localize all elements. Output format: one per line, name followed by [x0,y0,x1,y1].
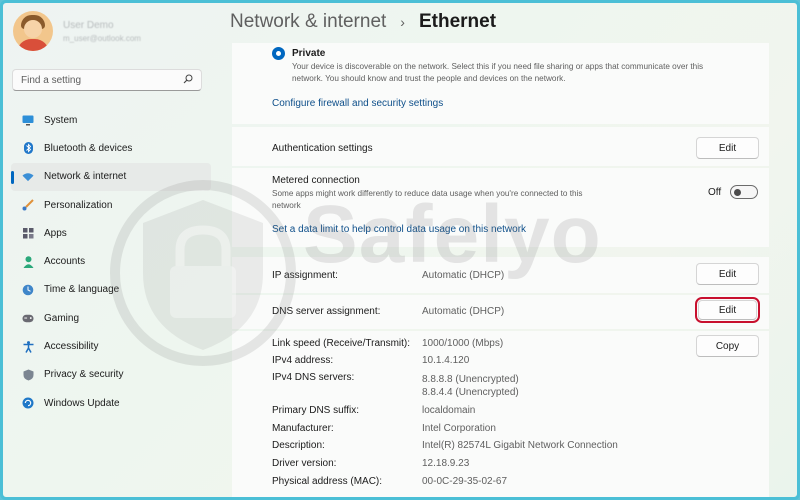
globe-clock-icon [22,284,34,296]
sidebar-item-label: Windows Update [44,397,120,409]
user-profile[interactable]: User Demo m_user@outlook.com [13,11,141,51]
dns-assignment-card: DNS server assignment: Automatic (DHCP) … [232,295,769,329]
private-description-line-1: Your device is discoverable on the netwo… [292,62,704,71]
property-key: IPv4 DNS servers: [272,372,355,383]
chevron-right-icon: › [400,14,405,30]
avatar [13,11,53,51]
network-profile-card: Private Your device is discoverable on t… [232,43,769,124]
sidebar-item-network[interactable]: Network & internet [11,162,211,191]
property-value: Intel(R) 82574L Gigabit Network Connecti… [422,440,618,451]
sidebar-item-label: Network & internet [44,171,127,183]
sidebar-item-label: Bluetooth & devices [44,142,133,154]
property-key: IPv4 address: [272,355,334,366]
metered-label: Metered connection [272,175,360,186]
private-description-line-2: network. You should know and trust the p… [292,73,566,83]
ip-assignment-value: Automatic (DHCP) [422,270,505,281]
property-value: Intel Corporation [422,423,496,434]
property-key: Driver version: [272,458,337,469]
sidebar-item-windows-update[interactable]: Windows Update [11,389,211,417]
search-input[interactable] [21,74,171,86]
sidebar-item-label: System [44,114,78,126]
metered-description-line-2: network [272,200,301,210]
page-title: Ethernet [418,11,497,32]
firewall-settings-link[interactable]: Configure firewall and security settings [272,98,443,109]
sidebar-item-label: Apps [44,227,67,239]
property-key: Description: [272,440,325,451]
sidebar-item-gaming[interactable]: Gaming [11,304,211,332]
dns-assignment-value: Automatic (DHCP) [422,306,505,317]
sidebar-nav: System Bluetooth & devices Network & int… [11,106,211,417]
sidebar-item-bluetooth[interactable]: Bluetooth & devices [11,134,211,162]
property-value: localdomain [422,405,476,416]
accessibility-icon [22,340,34,353]
property-key: Primary DNS suffix: [272,405,360,416]
sidebar-item-apps[interactable]: Apps [11,219,211,247]
property-value: 00-0C-29-35-02-67 [422,476,508,487]
sidebar-item-label: Time & language [44,284,120,296]
authentication-label: Authentication settings [272,143,373,154]
sidebar-item-label: Accessibility [44,341,99,353]
property-value: 8.8.4.4 (Unencrypted) [422,387,519,398]
bluetooth-icon [22,142,34,155]
sidebar-item-accounts[interactable]: Accounts [11,247,211,275]
properties-card: Copy Link speed (Receive/Transmit): 1000… [232,331,769,497]
search-icon[interactable] [183,74,193,87]
search-box[interactable] [12,69,202,91]
property-value: 1000/1000 (Mbps) [422,338,504,349]
ip-edit-button[interactable]: Edit [696,263,759,285]
property-key: Physical address (MAC): [272,476,383,487]
sidebar-item-label: Personalization [44,199,113,211]
private-label: Private [292,48,326,59]
private-radio[interactable] [272,47,285,60]
property-value: 12.18.9.23 [422,458,470,469]
sidebar-item-time-language[interactable]: Time & language [11,276,211,304]
authentication-edit-button[interactable]: Edit [696,137,759,159]
property-value: 10.1.4.120 [422,355,470,366]
apps-icon [22,227,34,239]
metered-description-line-1: Some apps might work differently to redu… [272,189,583,198]
wifi-icon [22,171,34,183]
monitor-icon [22,114,34,126]
main-content: Private Your device is discoverable on t… [232,43,769,497]
sidebar-item-privacy-security[interactable]: Privacy & security [11,361,211,389]
user-email: m_user@outlook.com [63,33,141,43]
person-icon [22,255,34,268]
breadcrumb-parent[interactable]: Network & internet [230,11,386,33]
ip-assignment-label: IP assignment: [272,270,338,281]
property-key: Link speed (Receive/Transmit): [272,338,411,349]
metered-toggle[interactable] [730,185,758,199]
sidebar-item-label: Privacy & security [44,369,124,381]
sidebar-item-accessibility[interactable]: Accessibility [11,332,211,360]
breadcrumb: Network & internet › Ethernet [230,11,496,33]
copy-button[interactable]: Copy [696,335,759,357]
shield-icon [22,369,34,381]
brush-icon [22,199,34,211]
sidebar-item-system[interactable]: System [11,106,211,134]
data-limit-link[interactable]: Set a data limit to help control data us… [272,224,526,235]
update-icon [22,397,34,409]
sidebar-item-label: Gaming [44,312,80,324]
authentication-card: Authentication settings Edit [232,127,769,166]
dns-assignment-label: DNS server assignment: [272,306,381,317]
sidebar-item-personalization[interactable]: Personalization [11,191,211,219]
dns-edit-button[interactable]: Edit [695,297,760,323]
settings-window: User Demo m_user@outlook.com System Bl [0,0,800,500]
sidebar: User Demo m_user@outlook.com System Bl [3,3,218,497]
metered-connection-card: Metered connection Some apps might work … [232,168,769,247]
property-key: Manufacturer: [272,423,334,434]
sidebar-item-label: Accounts [44,256,86,268]
user-name: User Demo [63,19,114,31]
metered-toggle-state: Off [708,187,722,198]
ip-assignment-card: IP assignment: Automatic (DHCP) Edit [232,257,769,293]
property-value: 8.8.8.8 (Unencrypted) [422,374,519,385]
controller-icon [22,312,34,324]
